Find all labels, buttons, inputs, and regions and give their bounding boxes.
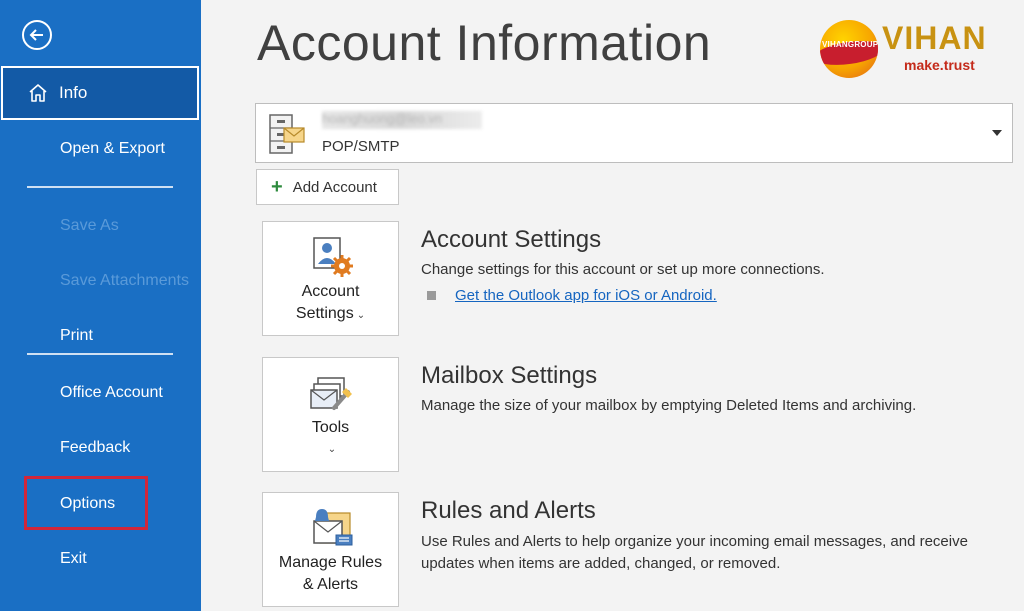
- tools-icon: [310, 377, 352, 410]
- rules-alerts-icon: [313, 509, 353, 546]
- nav-item-options[interactable]: Options: [60, 495, 115, 513]
- mailbox-settings-description: Manage the size of your mailbox by empty…: [421, 397, 917, 414]
- account-settings-button[interactable]: Account Settings ⌄: [262, 221, 399, 336]
- tools-tile-label: Tools: [311, 419, 350, 436]
- rules-tile-line1: Manage Rules: [278, 554, 383, 571]
- add-account-button[interactable]: + Add Account: [256, 169, 399, 205]
- nav-item-open-export[interactable]: Open & Export: [60, 140, 165, 158]
- home-icon: [29, 84, 47, 102]
- rules-alerts-title: Rules and Alerts: [421, 497, 596, 524]
- plus-icon: +: [271, 176, 283, 198]
- nav-item-office-account[interactable]: Office Account: [60, 384, 163, 402]
- sidebar-divider: [27, 186, 173, 188]
- nav-item-info[interactable]: Info: [1, 66, 199, 120]
- nav-item-feedback[interactable]: Feedback: [60, 439, 130, 457]
- nav-item-print[interactable]: Print: [60, 327, 93, 345]
- manage-rules-alerts-button[interactable]: Manage Rules & Alerts: [262, 492, 399, 607]
- account-type: POP/SMTP: [322, 138, 400, 155]
- chevron-down-icon: ⌄: [356, 310, 366, 321]
- add-account-label: Add Account: [292, 178, 377, 196]
- logo-group-text: VIHANGROUP: [822, 40, 878, 49]
- nav-item-exit[interactable]: Exit: [60, 550, 87, 568]
- nav-item-info-label: Info: [59, 83, 88, 102]
- rules-tile-line2: & Alerts: [302, 576, 359, 593]
- backstage-sidebar: Info Open & Export Save As Save Attachme…: [0, 0, 201, 611]
- bullet-icon: [427, 291, 436, 300]
- logo-tagline: make.trust: [904, 57, 975, 73]
- logo-emblem-icon: VIHANGROUP: [820, 20, 878, 78]
- main-content: Account Information VIHANGROUP VIHAN mak…: [201, 0, 1024, 611]
- tools-button[interactable]: Tools ⌄: [262, 357, 399, 472]
- mailbox-settings-title: Mailbox Settings: [421, 362, 598, 389]
- logo-brand-text: VIHAN: [882, 20, 987, 56]
- account-settings-description: Change settings for this account or set …: [421, 261, 825, 278]
- page-title: Account Information: [257, 15, 712, 71]
- back-arrow-icon: [29, 29, 43, 41]
- rules-alerts-description: Use Rules and Alerts to help organize yo…: [421, 533, 968, 572]
- chevron-down-icon: ⌄: [327, 444, 337, 455]
- nav-item-save-attachments: Save Attachments: [60, 272, 189, 289]
- dropdown-arrow-icon: [992, 130, 1002, 136]
- nav-item-save-as: Save As: [60, 217, 119, 234]
- account-settings-title: Account Settings: [421, 226, 602, 253]
- account-email: hoanghuong@leo.vn: [322, 111, 482, 129]
- vihan-logo: VIHANGROUP VIHAN make.trust: [820, 20, 1010, 80]
- sidebar-divider: [27, 353, 173, 355]
- account-selector-dropdown[interactable]: hoanghuong@leo.vn POP/SMTP: [255, 103, 1013, 163]
- mailbox-icon: [269, 114, 305, 154]
- account-settings-icon: [313, 237, 353, 277]
- account-settings-tile-line1: Account: [301, 283, 360, 300]
- outlook-app-link[interactable]: Get the Outlook app for iOS or Android.: [455, 287, 717, 304]
- account-settings-tile-line2: Settings ⌄: [295, 305, 366, 322]
- back-button[interactable]: [22, 20, 52, 50]
